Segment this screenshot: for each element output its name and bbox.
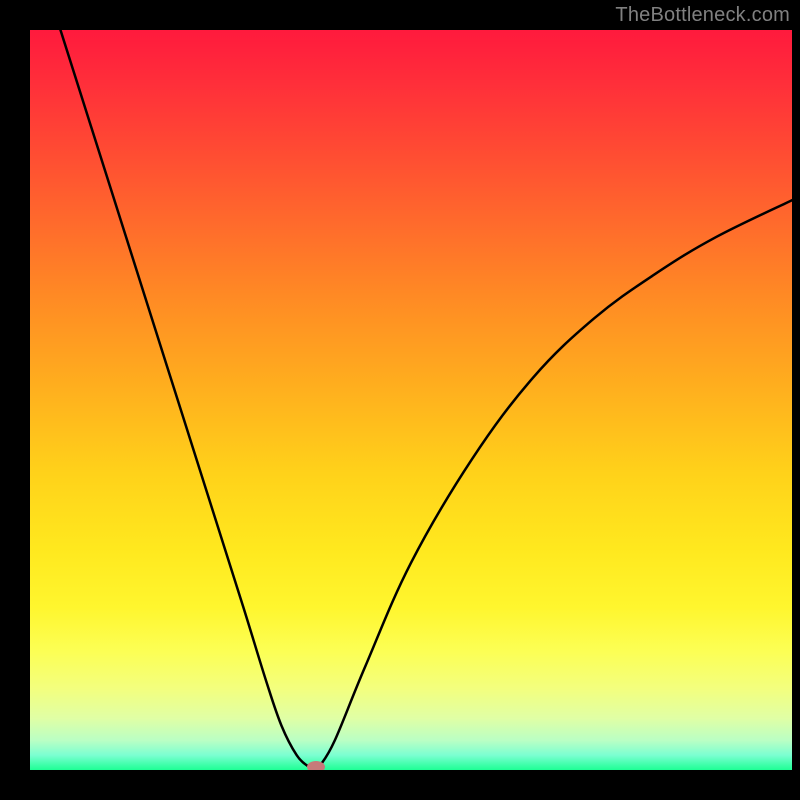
frame-left bbox=[0, 0, 30, 800]
frame-right bbox=[792, 0, 800, 800]
bottleneck-curve bbox=[30, 30, 792, 770]
minimum-marker bbox=[307, 761, 325, 770]
plot-area bbox=[30, 30, 792, 770]
watermark-text: TheBottleneck.com bbox=[615, 4, 790, 27]
frame-bottom bbox=[0, 770, 800, 800]
